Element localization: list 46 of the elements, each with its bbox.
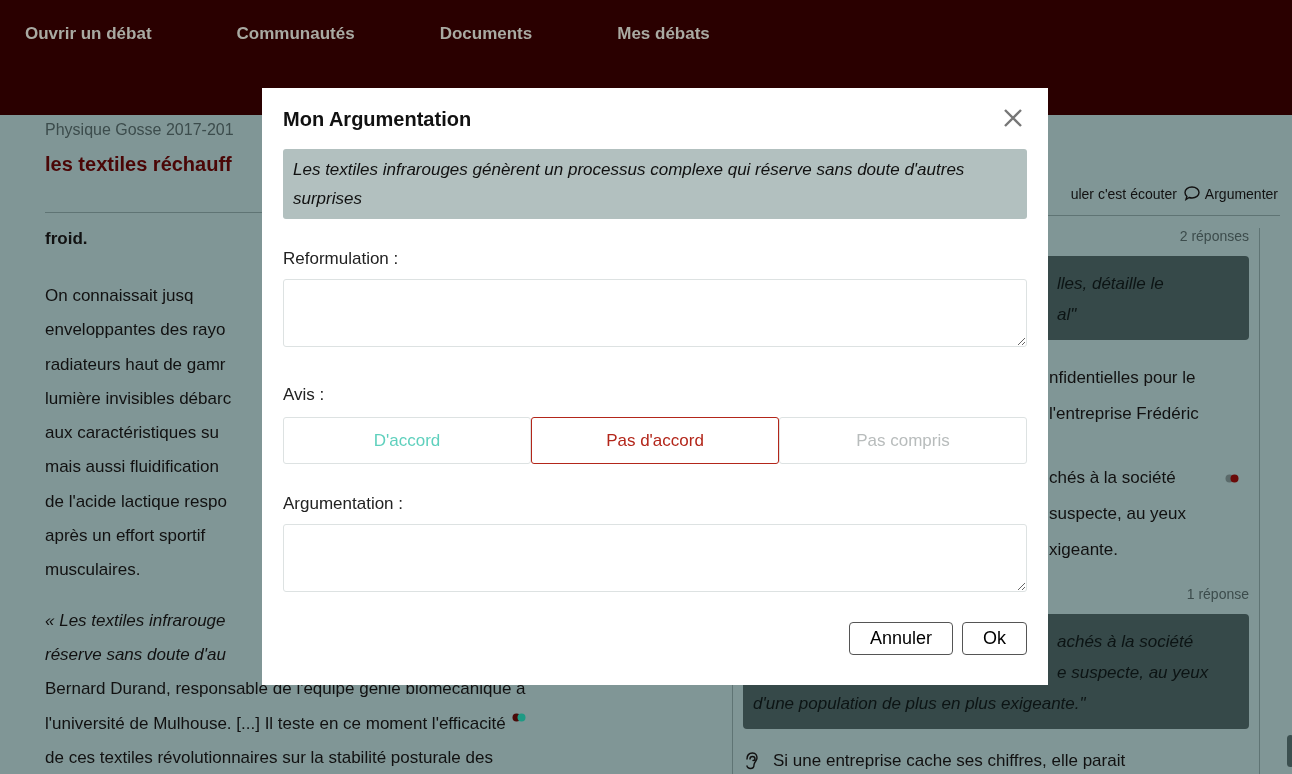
comment-line: chés à la société (1049, 467, 1176, 489)
paragraph-line: aux caractéristiques su (45, 422, 219, 445)
nav-link[interactable]: Documents (439, 24, 533, 44)
speech-bubble-icon (1182, 185, 1201, 202)
paragraph-line: musculaires. (45, 559, 141, 582)
field-label: Argumentation : (283, 494, 404, 514)
opinion-option[interactable]: Pas d'accord (531, 417, 779, 464)
subheading: froid. (45, 229, 88, 249)
comment-line: l'entreprise Frédéric (1049, 403, 1199, 425)
field-label: Reformulation : (283, 249, 400, 269)
dialog-button[interactable]: Ok (962, 622, 1027, 655)
nav-link[interactable]: Mes débats (617, 24, 710, 44)
reply-count: 2 réponses (1179, 228, 1249, 244)
paragraph-line: lumière invisibles débarc (45, 387, 232, 410)
paragraph-line: l'université de Mulhouse. [...] Il teste en ce moment l'efficacité (45, 712, 506, 735)
comment-line: Si une entreprise cache ses chiffres, elle parait (773, 751, 1126, 771)
paragraph-line: de ces textiles révolutionnaires sur la stabilité posturale des (45, 746, 493, 769)
comment-line: xigeante. (1049, 539, 1118, 561)
toolbar-text: uler c'est écouter (1070, 185, 1177, 202)
argue-link[interactable]: Argumenter (1182, 185, 1278, 202)
annotation-dots-icon[interactable] (511, 712, 526, 722)
field-label: Avis : (283, 385, 326, 405)
paragraph-line: après un effort sportif (45, 525, 206, 548)
paragraph-line: mais aussi fluidification (45, 456, 219, 479)
annotation-dots-icon[interactable] (1225, 473, 1239, 483)
quote-line: réserve sans doute d'au (45, 643, 226, 666)
dialog-button[interactable]: Annuler (848, 622, 953, 655)
document-title: les textiles réchauff (45, 153, 232, 176)
reply-count: 1 réponse (1186, 586, 1249, 602)
paragraph-line: radiateurs haut de gamr (45, 353, 226, 376)
close-icon (1003, 108, 1023, 128)
nav-link[interactable]: Communautés (236, 24, 355, 44)
paragraph-line: enveloppantes des rayo (45, 319, 226, 342)
argumentation-field[interactable] (283, 524, 1027, 592)
comment-line: suspecte, au yeux (1049, 503, 1187, 525)
dialog-title: Mon Argumentation (283, 108, 472, 131)
scrollbar-thumb[interactable] (1287, 735, 1292, 767)
quote-line: « Les textiles infrarouge (45, 609, 226, 632)
paragraph-line: On connaissait jusq (45, 285, 194, 307)
course-name: Physique Gosse 2017-201 (45, 121, 234, 139)
ear-icon (743, 751, 759, 771)
reformulation-field[interactable] (283, 279, 1027, 347)
paragraph-line: de l'acide lactique respo (45, 490, 227, 513)
quoted-statement: Les textiles infrarouges génèrent un processus complexe qui réserve sans doute d'autres surprises (283, 149, 1027, 219)
nav-link[interactable]: Ouvrir un débat (25, 24, 152, 44)
comment-line: nfidentielles pour le (1049, 367, 1196, 389)
